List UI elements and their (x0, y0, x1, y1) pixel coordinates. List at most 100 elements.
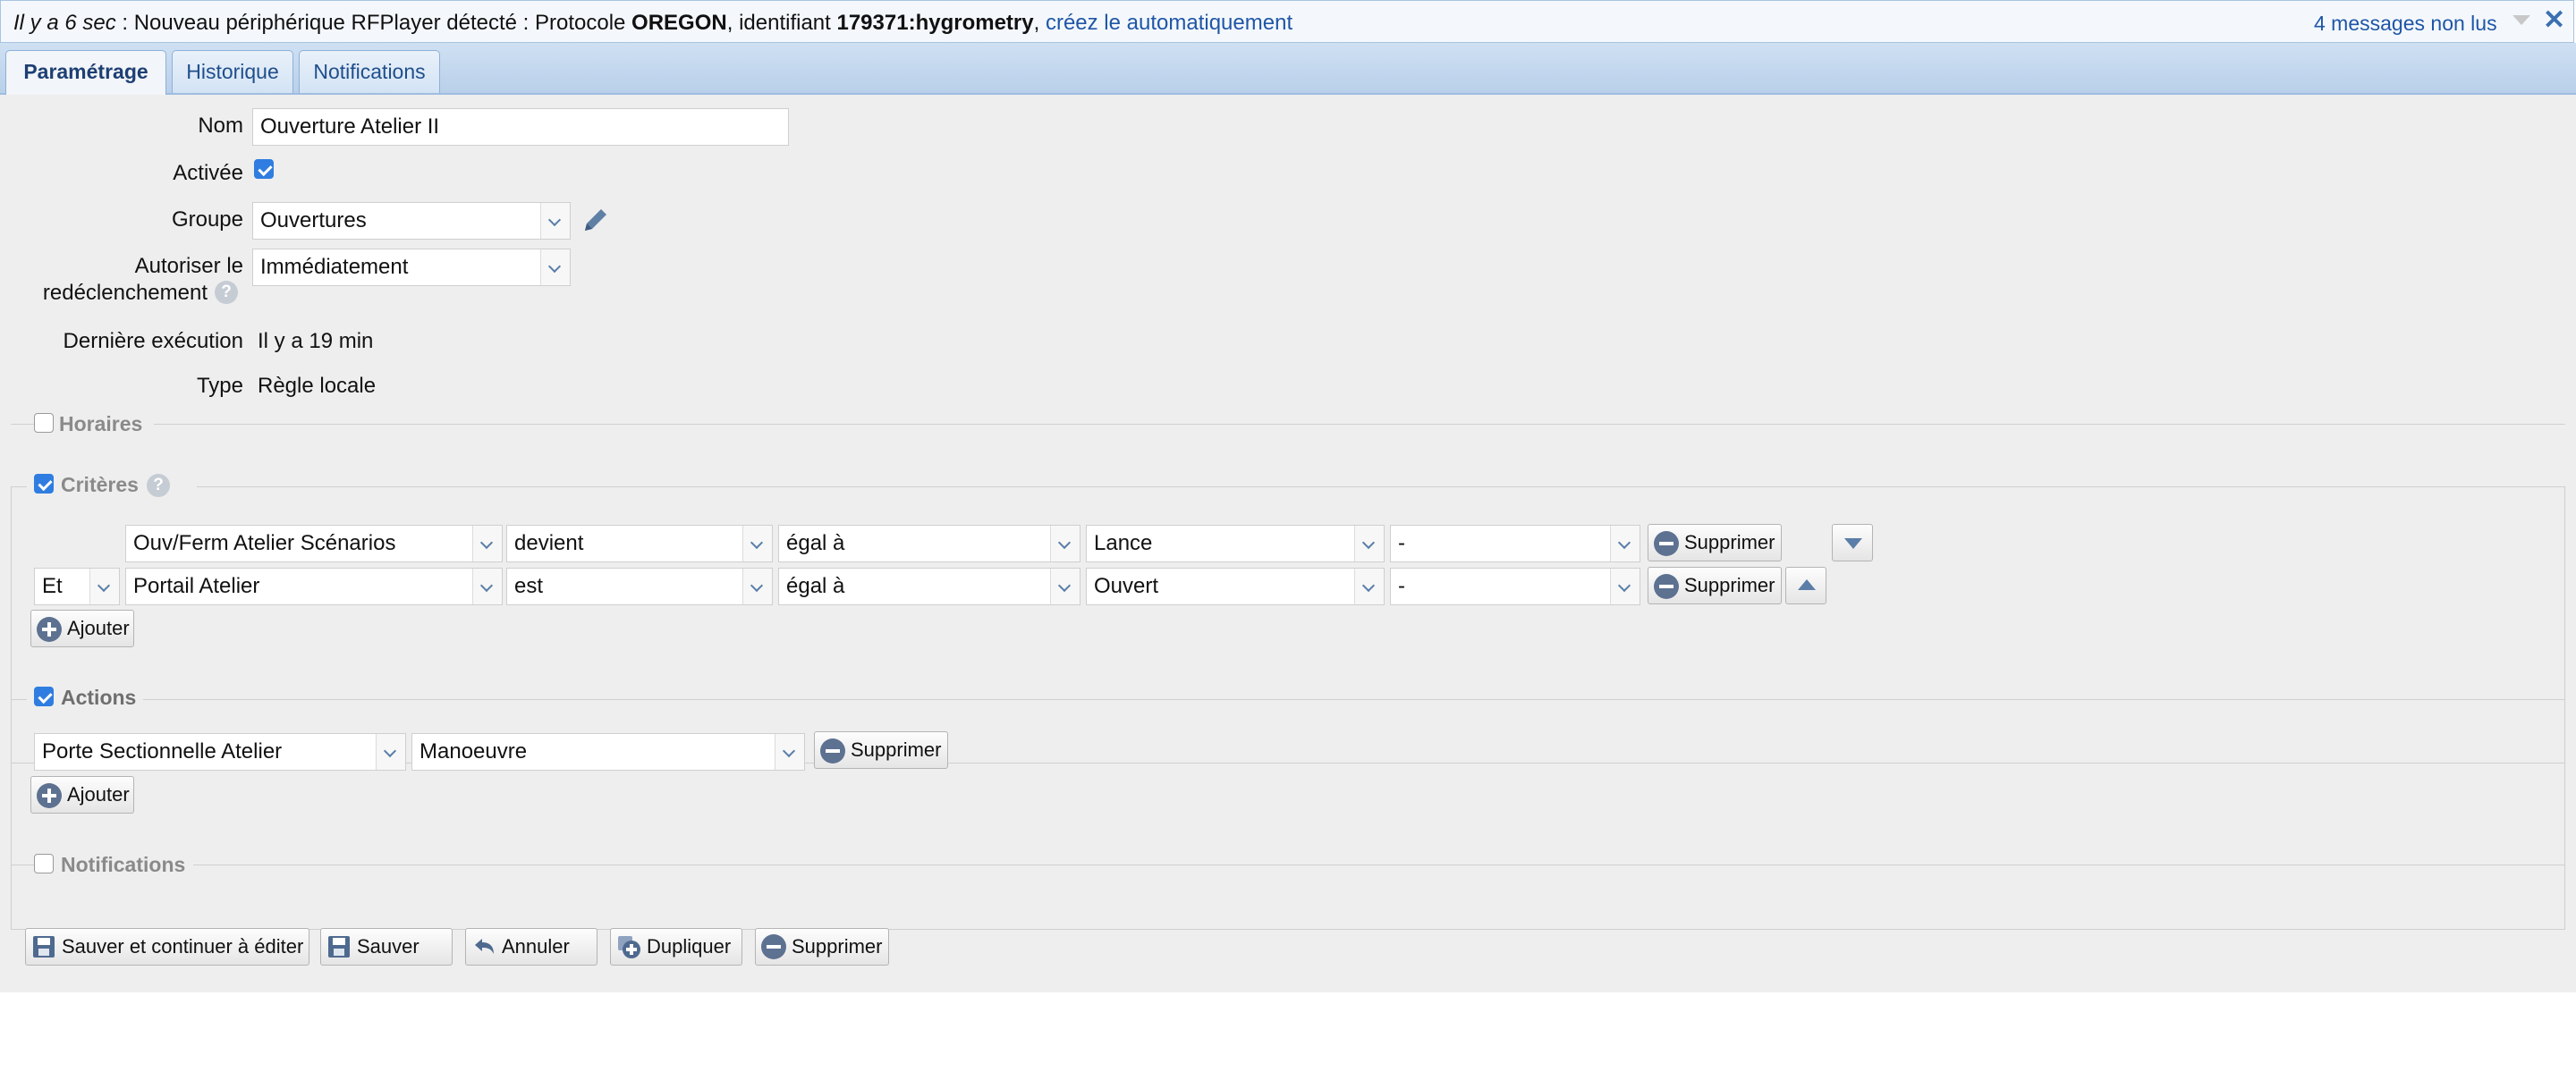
chevron-down-icon (1354, 569, 1384, 604)
last-execution-label: Dernière exécution (63, 329, 243, 353)
horaires-legend: Horaires (59, 412, 143, 435)
criteria-device-value: Portail Atelier (133, 574, 260, 598)
retrigger-label: Autoriser le (134, 254, 243, 278)
active-label: Activée (173, 161, 243, 185)
criteria-delete-button[interactable]: Supprimer (1648, 524, 1782, 561)
chevron-down-icon[interactable] (2512, 15, 2530, 25)
criteria-device-value: Ouv/Ferm Atelier Scénarios (133, 531, 396, 555)
actions-add-label: Ajouter (67, 783, 130, 806)
cancel-button[interactable]: Annuler (465, 928, 597, 966)
tab-bar: Paramétrage Historique Notifications (0, 43, 2576, 95)
pencil-icon[interactable] (580, 204, 612, 236)
criteria-delete-label: Supprimer (1684, 574, 1775, 596)
tab-historique[interactable]: Historique (172, 50, 293, 93)
close-icon[interactable]: ✕ (2543, 6, 2565, 35)
retrigger-select[interactable]: Immédiatement (252, 249, 571, 286)
chevron-down-icon (742, 569, 772, 604)
criteria-event-value: devient (514, 531, 584, 555)
create-automatically-link[interactable]: créez le automatiquement (1046, 11, 1292, 35)
group-select[interactable]: Ouvertures (252, 202, 571, 240)
criteria-device-select[interactable]: Portail Atelier (125, 568, 503, 605)
criteria-event-select[interactable]: devient (506, 525, 773, 562)
save-label: Sauver (357, 935, 419, 958)
minus-circle-icon (820, 738, 845, 764)
criteria-delete-button[interactable]: Supprimer (1648, 567, 1782, 604)
save-button[interactable]: Sauver (320, 928, 453, 966)
save-icon (33, 936, 55, 958)
criteria-add-button[interactable]: Ajouter (30, 610, 134, 647)
notification-time: Il y a 6 sec (13, 11, 116, 35)
name-input[interactable]: Ouverture Atelier II (252, 108, 789, 146)
help-icon[interactable]: ? (215, 281, 238, 304)
notification-text: Il y a 6 sec : Nouveau périphérique RFPl… (13, 11, 1292, 36)
criteria-extra-select[interactable]: - (1390, 568, 1640, 605)
move-up-button[interactable] (1785, 567, 1826, 604)
unread-messages-link[interactable]: 4 messages non lus (2314, 12, 2497, 36)
action-device-select[interactable]: Porte Sectionnelle Atelier (34, 733, 406, 771)
help-icon[interactable]: ? (147, 474, 170, 497)
arrow-down-icon (1844, 538, 1862, 549)
chevron-down-icon (1610, 526, 1640, 561)
tab-parametrage[interactable]: Paramétrage (5, 50, 166, 95)
criteres-legend: Critères (61, 473, 139, 496)
save-continue-button[interactable]: Sauver et continuer à éditer (25, 928, 309, 966)
criteria-event-select[interactable]: est (506, 568, 773, 605)
chevron-down-icon (540, 203, 570, 239)
notification-bar: Il y a 6 sec : Nouveau périphérique RFPl… (0, 0, 2574, 43)
move-down-button[interactable] (1832, 524, 1873, 561)
type-value: Règle locale (258, 374, 377, 398)
notification-message: : Nouveau périphérique RFPlayer détecté … (115, 11, 632, 35)
action-delete-button[interactable]: Supprimer (814, 731, 948, 769)
arrow-up-icon (1798, 579, 1816, 590)
last-execution-value: Il y a 19 min (258, 329, 374, 353)
criteria-operator-select[interactable]: égal à (778, 525, 1080, 562)
action-device-value: Porte Sectionnelle Atelier (42, 739, 283, 764)
minus-circle-icon (761, 934, 786, 959)
actions-checkbox[interactable] (34, 687, 54, 706)
plus-circle-icon (37, 783, 62, 808)
delete-rule-label: Supprimer (792, 935, 883, 958)
criteria-value-value: Lance (1094, 531, 1153, 555)
tab-notifications[interactable]: Notifications (299, 50, 440, 93)
notifications-checkbox[interactable] (34, 854, 54, 873)
duplicate-button[interactable]: Dupliquer (610, 928, 742, 966)
criteria-extra-select[interactable]: - (1390, 525, 1640, 562)
action-delete-label: Supprimer (851, 738, 942, 761)
chevron-down-icon (742, 526, 772, 561)
plus-circle-icon (37, 617, 62, 642)
criteria-value-select[interactable]: Lance (1086, 525, 1385, 562)
chevron-down-icon (540, 249, 570, 285)
criteria-value-select[interactable]: Ouvert (1086, 568, 1385, 605)
duplicate-label: Dupliquer (647, 935, 732, 958)
group-label: Groupe (171, 207, 243, 232)
chevron-down-icon (1354, 526, 1384, 561)
criteria-value-value: Ouvert (1094, 574, 1159, 598)
criteres-checkbox[interactable] (34, 474, 54, 494)
notification-protocol: OREGON (631, 11, 727, 35)
chevron-down-icon (472, 569, 502, 604)
chevron-down-icon (1050, 526, 1080, 561)
action-command-select[interactable]: Manoeuvre (411, 733, 805, 771)
group-select-value: Ouvertures (260, 208, 367, 232)
criteria-delete-label: Supprimer (1684, 531, 1775, 553)
delete-rule-button[interactable]: Supprimer (755, 928, 889, 966)
minus-circle-icon (1654, 531, 1679, 556)
chevron-down-icon (89, 569, 119, 604)
action-command-value: Manoeuvre (419, 739, 528, 764)
criteria-connector-select[interactable]: Et (34, 568, 120, 605)
section-divider (154, 424, 2565, 425)
chevron-down-icon (775, 734, 804, 770)
criteria-operator-select[interactable]: égal à (778, 568, 1080, 605)
type-label: Type (196, 374, 243, 398)
retrigger-label-2: redéclenchement (42, 281, 208, 305)
criteria-event-value: est (514, 574, 544, 598)
active-checkbox[interactable] (254, 159, 274, 179)
horaires-checkbox[interactable] (34, 413, 54, 433)
criteria-device-select[interactable]: Ouv/Ferm Atelier Scénarios (125, 525, 503, 562)
retrigger-select-value: Immédiatement (260, 255, 409, 279)
criteria-operator-value: égal à (786, 531, 845, 555)
notification-message-mid: , identifiant (726, 11, 837, 35)
save-continue-label: Sauver et continuer à éditer (62, 935, 304, 958)
criteria-connector-value: Et (42, 574, 63, 598)
actions-add-button[interactable]: Ajouter (30, 776, 134, 814)
